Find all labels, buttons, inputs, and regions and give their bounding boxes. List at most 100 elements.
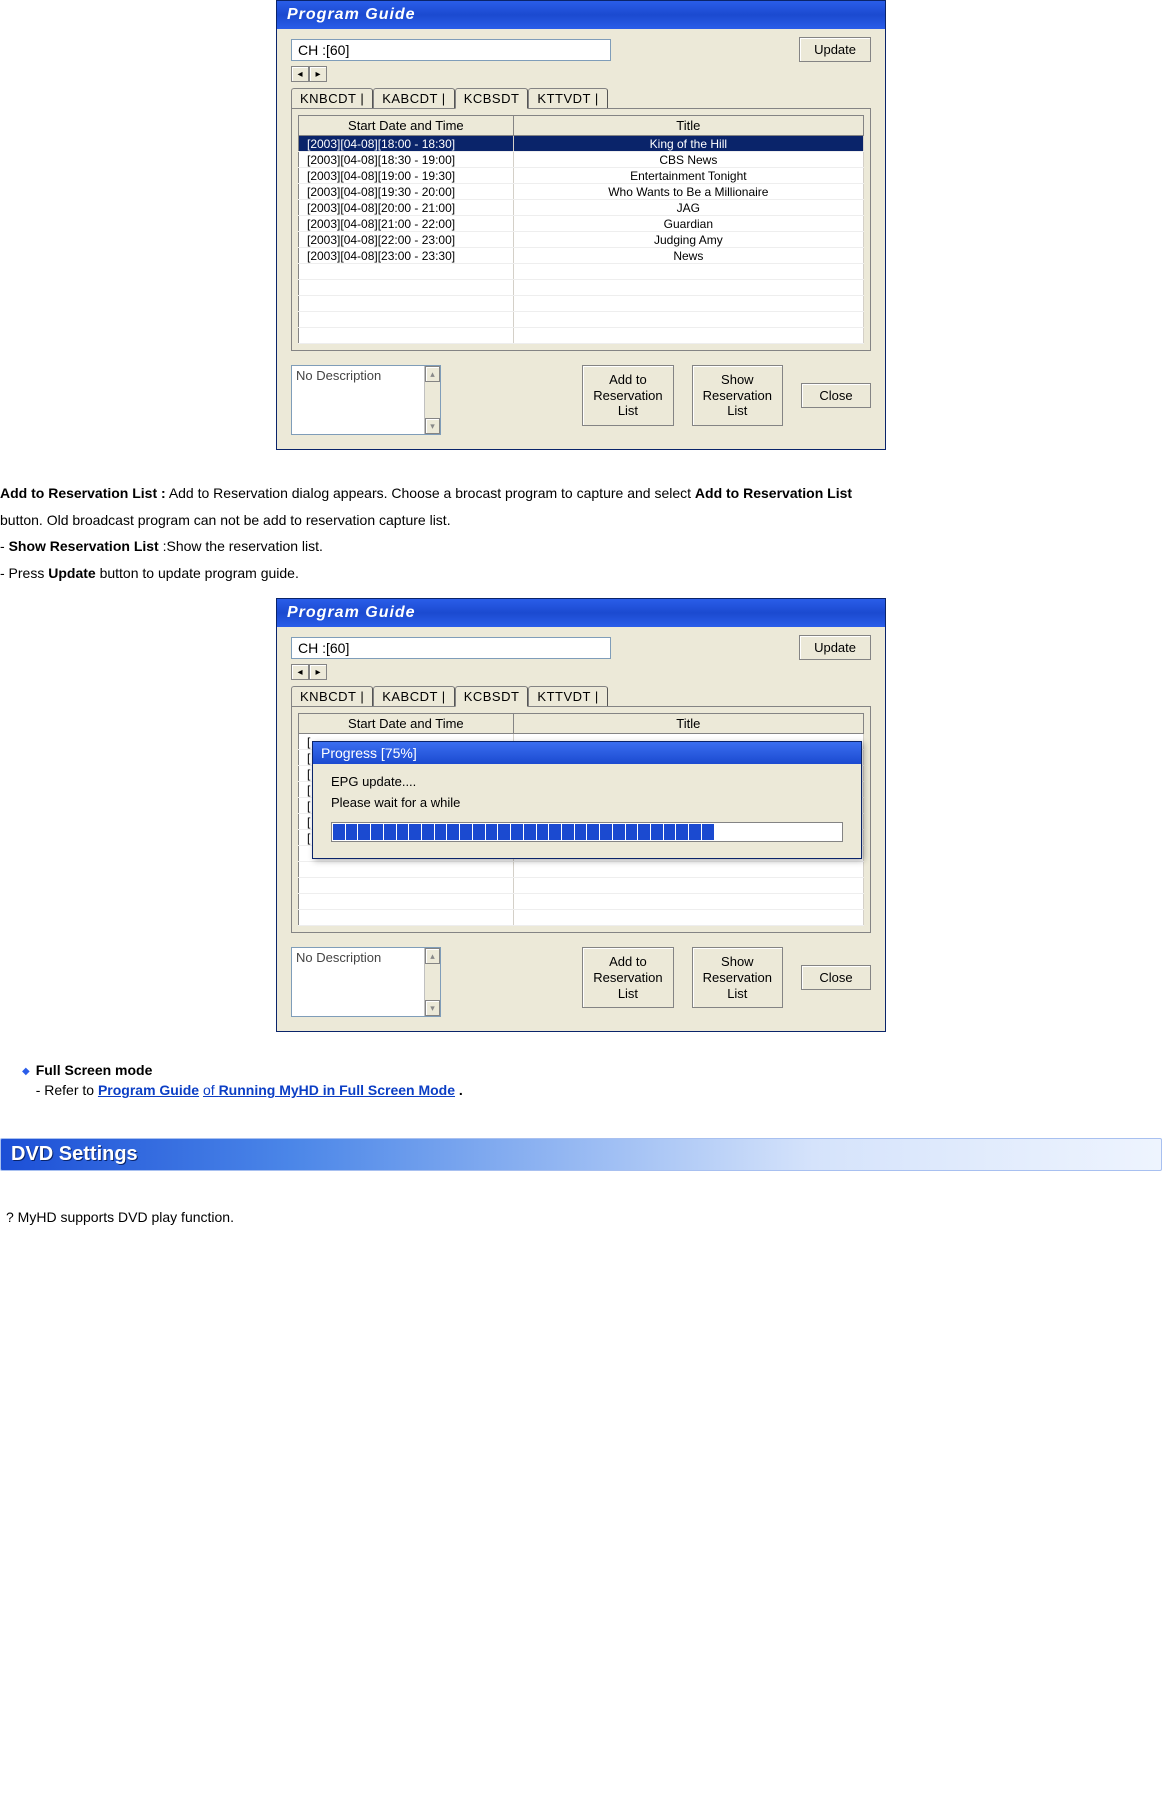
col-start: Start Date and Time xyxy=(299,714,514,734)
progress-segment xyxy=(829,824,841,840)
tab-kabcdt[interactable]: KABCDT | xyxy=(373,88,454,108)
progress-title: Progress [75%] xyxy=(313,742,861,764)
dialog-title: Program Guide xyxy=(277,599,885,627)
progress-segment xyxy=(664,824,676,840)
scroll-up-icon[interactable]: ▴ xyxy=(425,366,440,382)
table-row[interactable]: [2003][04-08][22:00 - 23:00]Judging Amy xyxy=(299,232,864,248)
description-text: No Description xyxy=(296,368,381,383)
scroll-down-icon[interactable]: ▾ xyxy=(425,1000,440,1016)
table-row xyxy=(299,910,864,926)
table-row xyxy=(299,280,864,296)
table-row[interactable]: [2003][04-08][19:00 - 19:30]Entertainmen… xyxy=(299,168,864,184)
close-button[interactable]: Close xyxy=(801,965,871,990)
progress-segment xyxy=(358,824,370,840)
add-reservation-button[interactable]: Add to Reservation List xyxy=(582,947,673,1008)
table-row[interactable]: [2003][04-08][18:00 - 18:30]King of the … xyxy=(299,136,864,152)
tab-scroll-right[interactable]: ▸ xyxy=(309,66,327,82)
tab-scroll-left[interactable]: ◂ xyxy=(291,664,309,680)
progress-segment xyxy=(346,824,358,840)
progress-segment xyxy=(498,824,510,840)
fullscreen-heading: Full Screen mode xyxy=(36,1062,153,1078)
tab-kcbsdt[interactable]: KCBSDT xyxy=(455,686,529,707)
link-program-guide[interactable]: Program Guide xyxy=(98,1082,199,1098)
progress-bar xyxy=(331,822,843,842)
dvd-settings-header: DVD Settings xyxy=(0,1138,1162,1171)
progress-segment xyxy=(765,824,777,840)
table-row[interactable]: [2003][04-08][18:30 - 19:00]CBS News xyxy=(299,152,864,168)
tab-scroll-left[interactable]: ◂ xyxy=(291,66,309,82)
tab-knbcdt[interactable]: KNBCDT | xyxy=(291,686,373,706)
progress-dialog: Progress [75%] EPG update.... Please wai… xyxy=(312,741,862,859)
progress-segment xyxy=(676,824,688,840)
col-title: Title xyxy=(513,714,863,734)
progress-segment xyxy=(702,824,714,840)
progress-line2: Please wait for a while xyxy=(331,795,843,810)
description-box[interactable]: No Description ▴ ▾ xyxy=(291,947,441,1017)
scroll-down-icon[interactable]: ▾ xyxy=(425,418,440,434)
table-row xyxy=(299,862,864,878)
progress-segment xyxy=(524,824,536,840)
channel-tabs: KNBCDT |KABCDT |KCBSDTKTTVDT | xyxy=(291,686,871,706)
channel-tabs: KNBCDT |KABCDT |KCBSDTKTTVDT | xyxy=(291,88,871,108)
body-text: Add to Reservation List : Add to Reserva… xyxy=(0,480,1162,598)
progress-segment xyxy=(422,824,434,840)
table-row[interactable]: [2003][04-08][21:00 - 22:00]Guardian xyxy=(299,216,864,232)
table-row xyxy=(299,312,864,328)
progress-line1: EPG update.... xyxy=(331,774,843,789)
table-row[interactable]: [2003][04-08][23:00 - 23:30]News xyxy=(299,248,864,264)
description-box[interactable]: No Description ▴ ▾ xyxy=(291,365,441,435)
progress-segment xyxy=(626,824,638,840)
description-scrollbar[interactable]: ▴ ▾ xyxy=(424,948,440,1016)
update-button[interactable]: Update xyxy=(799,635,871,660)
table-row xyxy=(299,878,864,894)
progress-segment xyxy=(371,824,383,840)
tab-scroll-right[interactable]: ▸ xyxy=(309,664,327,680)
channel-field[interactable]: CH :[60] xyxy=(291,39,611,61)
progress-segment xyxy=(600,824,612,840)
update-button[interactable]: Update xyxy=(799,37,871,62)
progress-segment xyxy=(587,824,599,840)
progress-segment xyxy=(397,824,409,840)
program-table[interactable]: Start Date and Time Title [2003][04-08][… xyxy=(298,115,864,344)
progress-segment xyxy=(409,824,421,840)
progress-segment xyxy=(778,824,790,840)
tab-kabcdt[interactable]: KABCDT | xyxy=(373,686,454,706)
show-reservation-button[interactable]: Show Reservation List xyxy=(692,947,783,1008)
table-row xyxy=(299,296,864,312)
progress-segment xyxy=(511,824,523,840)
link-fullscreen-mode[interactable]: Running MyHD in Full Screen Mode xyxy=(219,1082,455,1098)
tab-knbcdt[interactable]: KNBCDT | xyxy=(291,88,373,108)
progress-segment xyxy=(727,824,739,840)
label-add-reservation: Add to Reservation List : xyxy=(0,485,166,501)
progress-segment xyxy=(447,824,459,840)
bullet-icon: ◆ xyxy=(22,1063,30,1081)
col-start[interactable]: Start Date and Time xyxy=(299,116,514,136)
scroll-up-icon[interactable]: ▴ xyxy=(425,948,440,964)
program-guide-dialog-updating: Program Guide CH :[60] Update ◂ ▸ KNBCDT… xyxy=(276,598,886,1032)
tab-kttvdt[interactable]: KTTVDT | xyxy=(528,686,607,706)
table-row[interactable]: [2003][04-08][20:00 - 21:00]JAG xyxy=(299,200,864,216)
progress-segment xyxy=(575,824,587,840)
close-button[interactable]: Close xyxy=(801,383,871,408)
col-title[interactable]: Title xyxy=(513,116,863,136)
tab-kcbsdt[interactable]: KCBSDT xyxy=(455,88,529,109)
progress-segment xyxy=(435,824,447,840)
progress-segment xyxy=(384,824,396,840)
progress-segment xyxy=(638,824,650,840)
table-row xyxy=(299,328,864,344)
progress-segment xyxy=(689,824,701,840)
channel-field[interactable]: CH :[60] xyxy=(291,637,611,659)
progress-segment xyxy=(816,824,828,840)
add-reservation-button[interactable]: Add to Reservation List xyxy=(582,365,673,426)
progress-segment xyxy=(651,824,663,840)
program-guide-dialog: Program Guide CH :[60] Update ◂ ▸ KNBCDT… xyxy=(276,0,886,450)
show-reservation-button[interactable]: Show Reservation List xyxy=(692,365,783,426)
description-scrollbar[interactable]: ▴ ▾ xyxy=(424,366,440,434)
progress-segment xyxy=(791,824,803,840)
table-row[interactable]: [2003][04-08][19:30 - 20:00]Who Wants to… xyxy=(299,184,864,200)
tab-kttvdt[interactable]: KTTVDT | xyxy=(528,88,607,108)
progress-segment xyxy=(473,824,485,840)
dvd-line: ? MyHD supports DVD play function. xyxy=(0,1201,1162,1225)
progress-segment xyxy=(549,824,561,840)
progress-segment xyxy=(740,824,752,840)
